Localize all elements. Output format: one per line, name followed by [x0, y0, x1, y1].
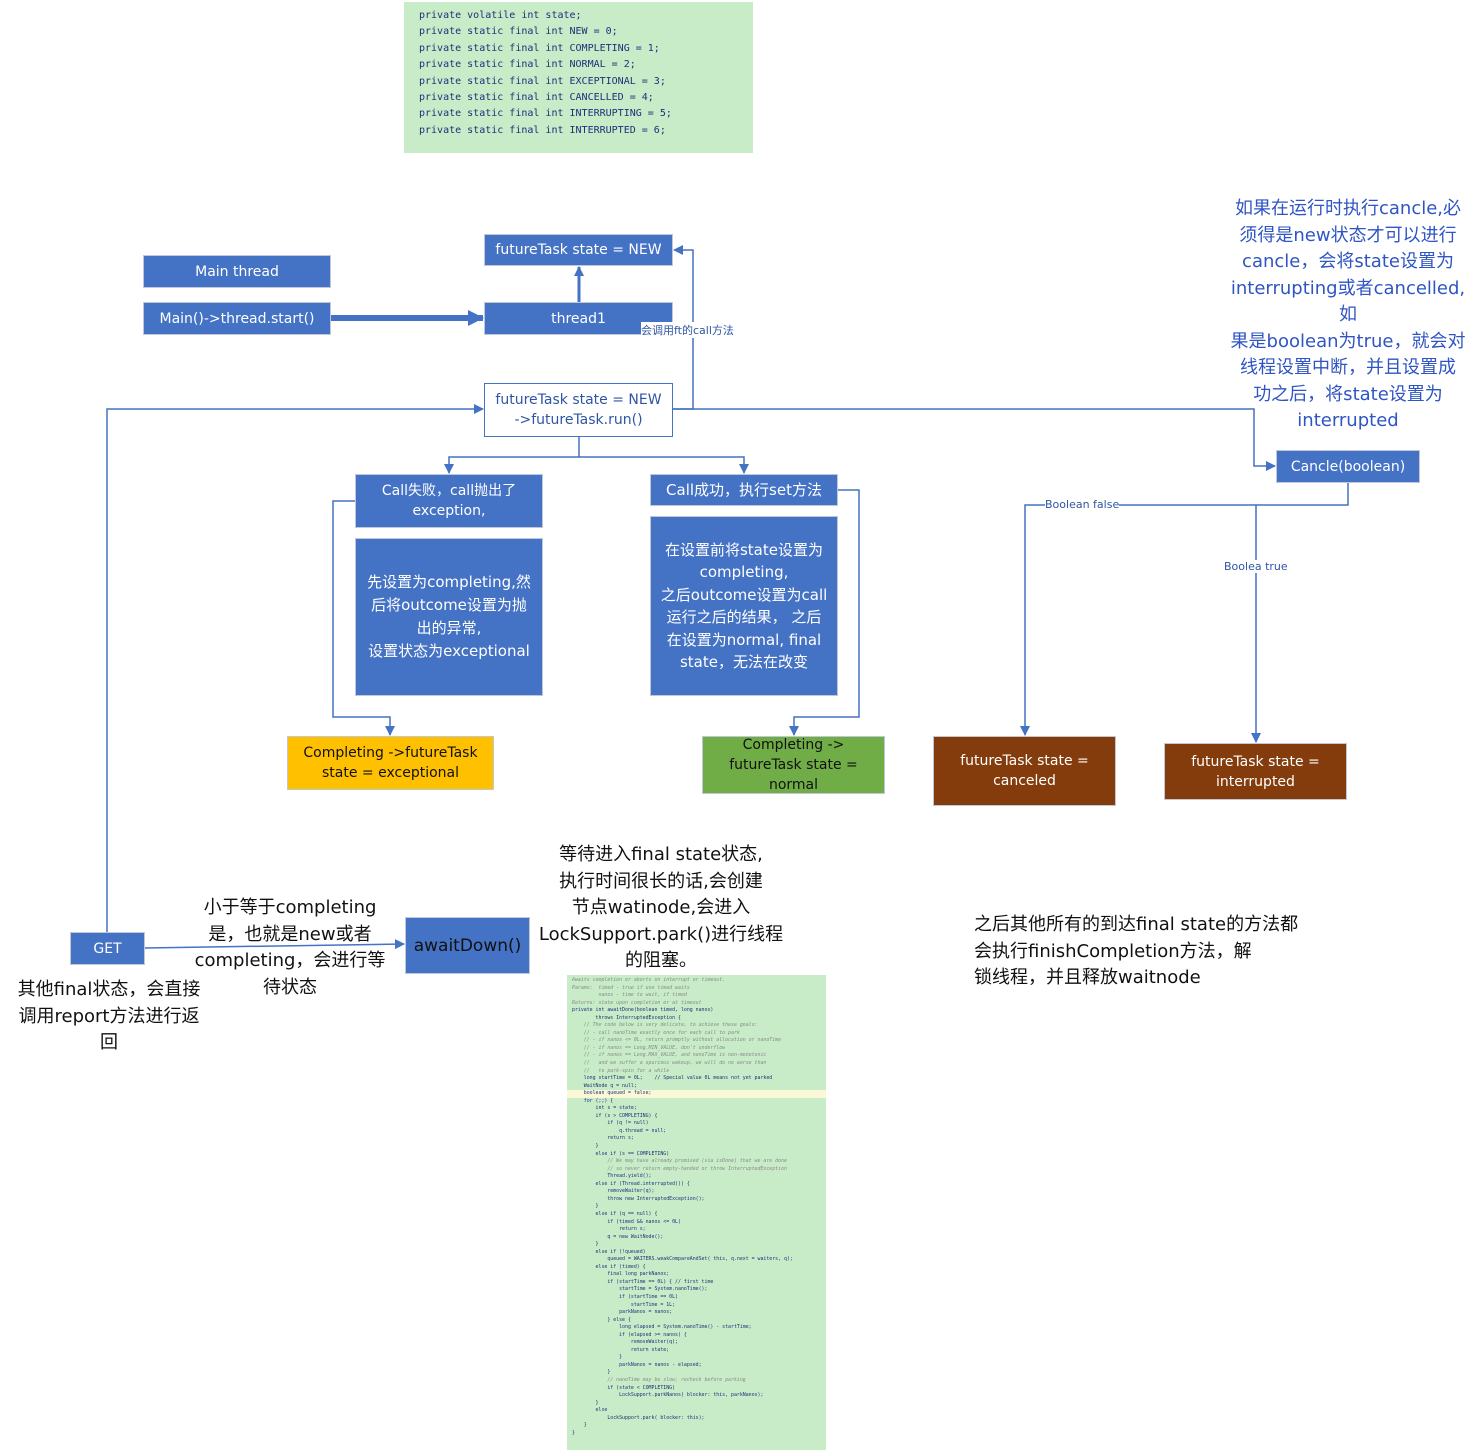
code-line: // so never return empty-handed or throw… [572, 1165, 787, 1172]
finish-note: 之后其他所有的到达final state的方法都 会执行finishComple… [974, 914, 1299, 988]
code-line: startTime = System.nanoTime(); [572, 1286, 708, 1293]
state-normal-node: Completing -> futureTask state = normal [702, 736, 885, 794]
code-line: private static final int NEW = 0; [419, 26, 618, 38]
boolean-true-label: Boolea true [1224, 560, 1288, 573]
code-line: private static final int COMPLETING = 1; [419, 42, 660, 54]
code-line: else if (!queued) [572, 1248, 646, 1255]
code-line: // and we suffer a spurious wakeup, we w… [572, 1060, 767, 1067]
code-line: private static final int INTERRUPTING = … [419, 108, 672, 120]
boolean-false-label: Boolean false [1045, 498, 1120, 511]
code-line: boolean queued = false; [567, 1090, 826, 1098]
code-line: throw new InterruptedException(); [572, 1195, 705, 1202]
code-line: Params: timed - true if use timed waits [572, 984, 690, 991]
call-success-detail-node: 在设置前将state设置为 completing, 之后outcome设置为ca… [650, 516, 838, 696]
code-line: } else { [572, 1316, 631, 1323]
code-line: private int awaitDone(boolean timed, lon… [572, 1007, 714, 1014]
edge-run-success [579, 456, 749, 474]
code-line: // - call nanoTime exactly once for each… [572, 1029, 740, 1036]
futuretask-run-node: futureTask state = NEW ->futureTask.run(… [484, 383, 673, 437]
code-line: long startTime = 0L; // Special value 0L… [572, 1075, 773, 1082]
code-line: } [572, 1369, 611, 1376]
code-line: parkNanos = nanos - elapsed; [572, 1361, 702, 1368]
code-line: if (startTime == 0L) [572, 1293, 678, 1300]
park-note: 等待进入final state状态, 执行时间很长的话,会创建 节点watino… [538, 844, 784, 971]
code-line: else if (q == null) { [572, 1210, 658, 1217]
code-line: removeWaiter(q); [572, 1188, 655, 1195]
code-line: if (s > COMPLETING) { [572, 1112, 658, 1119]
cancel-note: 如果在运行时执行cancle,必 须得是new状态才可以进行 cancle，会将… [1230, 198, 1466, 431]
cancle-node: Cancle(boolean) [1276, 450, 1420, 483]
code-line: // - if nanos == Long.MAX_VALUE, and nan… [572, 1052, 767, 1059]
state-exceptional-node: Completing ->futureTask state = exceptio… [287, 736, 494, 790]
code-line: // - if nanos == Long.MIN_VALUE, don't u… [572, 1044, 726, 1051]
code-line: else if (timed) { [572, 1263, 646, 1270]
code-line: if (startTime == 0L) { // first time [572, 1278, 714, 1285]
code-line: } [572, 1399, 599, 1406]
edge-run-to-cancle [673, 408, 1276, 471]
code-line: return s; [572, 1226, 646, 1233]
code-line: // nanoTime may be slow; recheck before … [572, 1376, 746, 1383]
code-line: if (state < COMPLETING) [572, 1384, 676, 1391]
code-line: long elapsed = System.nanoTime() - start… [572, 1324, 752, 1331]
code-line: if (elapsed >= nanos) { [572, 1331, 687, 1338]
code-line: if (timed && nanos <= 0L) [572, 1218, 681, 1225]
call-fail-detail-node: 先设置为completing,然 后将outcome设置为抛 出的异常, 设置状… [355, 538, 543, 696]
code-line: } [572, 1429, 575, 1436]
code-line: return state; [572, 1346, 670, 1353]
code-line: q.thread = null; [572, 1127, 667, 1134]
code-line: else if (Thread.interrupted()) { [572, 1180, 690, 1187]
call-method-label: 会调用ft的call方法 [641, 322, 734, 338]
code-line: parkNanos = nanos; [572, 1309, 673, 1316]
report-note: 其他final状态，会直接 调用report方法进行返 回 [17, 979, 201, 1053]
edge-run-split [444, 437, 580, 474]
code-line: throws InterruptedException { [572, 1014, 681, 1021]
get-node: GET [70, 932, 145, 965]
code-line: } [572, 1241, 599, 1248]
code-line: Awaits completion or aborts on interrupt… [572, 977, 726, 983]
code-line: return s; [572, 1135, 634, 1142]
code-line: private static final int EXCEPTIONAL = 3… [419, 75, 666, 87]
code-line: WaitNode q = null; [572, 1082, 637, 1089]
code-line: private static final int CANCELLED = 4; [419, 92, 654, 104]
code-line: // - if nanos <= 0L, return promptly wit… [572, 1037, 782, 1044]
state-interrupted-node: futureTask state = interrupted [1164, 743, 1347, 800]
code-line: // The code below is very delicate, to a… [572, 1022, 758, 1029]
code-line: } [572, 1203, 599, 1210]
code-line: else [572, 1407, 608, 1414]
code-line: } [572, 1354, 623, 1361]
code-line: startTime = 1L; [572, 1301, 676, 1308]
code-line: private static final int INTERRUPTED = 6… [419, 124, 666, 136]
code-line: if (q != null) [572, 1120, 649, 1127]
code-line: q = new WaitNode(); [572, 1233, 664, 1240]
code-line: // to park-spin for a while [572, 1067, 670, 1074]
code-line: int s = state; [572, 1105, 637, 1112]
code-line: } [572, 1143, 599, 1150]
code-line: for (;;) { [572, 1097, 614, 1104]
code-line: Thread.yield(); [572, 1173, 652, 1180]
code-line: else if (s == COMPLETING) [572, 1150, 670, 1157]
code-line: } [572, 1422, 587, 1429]
code-line: private static final int NORMAL = 2; [419, 59, 636, 71]
code-line: Returns: state upon completion or at tim… [572, 999, 702, 1006]
code-line: LockSupport.parkNanos( blocker: this, pa… [572, 1392, 764, 1399]
code-line: LockSupport.park( blocker: this); [572, 1414, 705, 1421]
futuretask-new-node: futureTask state = NEW [484, 234, 673, 266]
edge-cancle-false [1020, 483, 1349, 736]
code-line: nanos - time to wait, if timed [572, 992, 687, 999]
main-start-node: Main()->thread.start() [143, 302, 331, 335]
state-canceled-node: futureTask state = canceled [933, 736, 1116, 806]
await-node: awaitDown() [405, 917, 530, 974]
await-done-code: Awaits completion or aborts on interrupt… [567, 975, 826, 1450]
code-line: queued = WAITERS.weakCompareAndSet( this… [572, 1256, 793, 1263]
code-line: final long parkNanos; [572, 1271, 670, 1278]
code-line: removeWaiter(q); [572, 1339, 678, 1346]
call-fail-node: Call失败，call抛出了 exception, [355, 474, 543, 528]
state-constants-code: private volatile int state; private stati… [404, 2, 753, 153]
main-thread-node: Main thread [143, 255, 331, 288]
call-success-node: Call成功，执行set方法 [650, 474, 838, 506]
code-line: // We may have already promised (via isD… [572, 1158, 787, 1165]
code-line: private volatile int state; [419, 10, 582, 21]
